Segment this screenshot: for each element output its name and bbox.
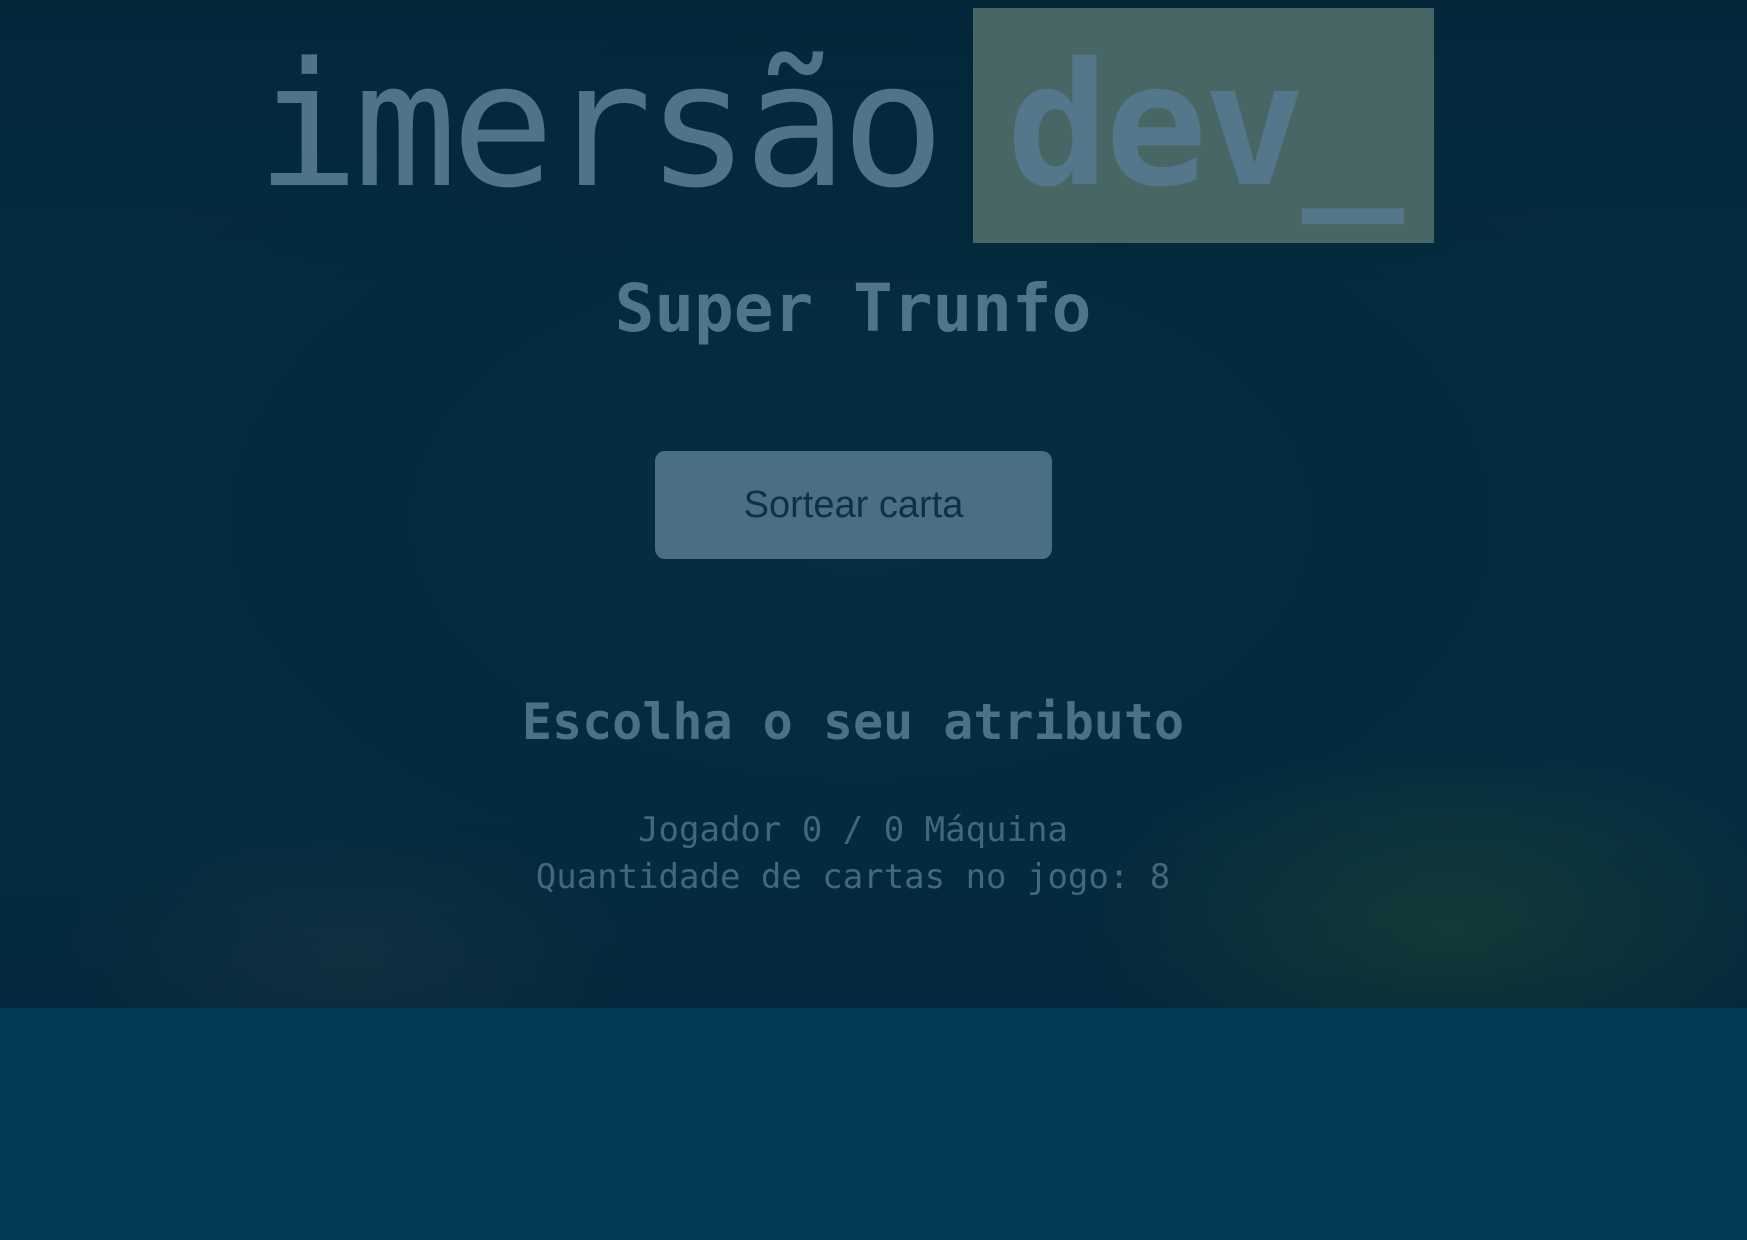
hero-background: imersão dev_ Super Trunfo Sortear carta … <box>0 0 1747 1008</box>
imersao-dev-logo: imersão dev_ <box>256 8 1434 243</box>
page-title: Super Trunfo <box>614 270 1092 347</box>
card-count-text: Quantidade de cartas no jogo: 8 <box>535 857 1171 897</box>
choose-attribute-heading: Escolha o seu atributo <box>521 693 1185 751</box>
logo-word: imersão <box>256 24 945 226</box>
score-text: Jogador 0 / 0 Máquina <box>638 810 1068 850</box>
logo-highlight-text: dev_ <box>1006 26 1404 225</box>
logo-highlight-box: dev_ <box>972 8 1434 243</box>
draw-card-button[interactable]: Sortear carta <box>655 451 1052 559</box>
